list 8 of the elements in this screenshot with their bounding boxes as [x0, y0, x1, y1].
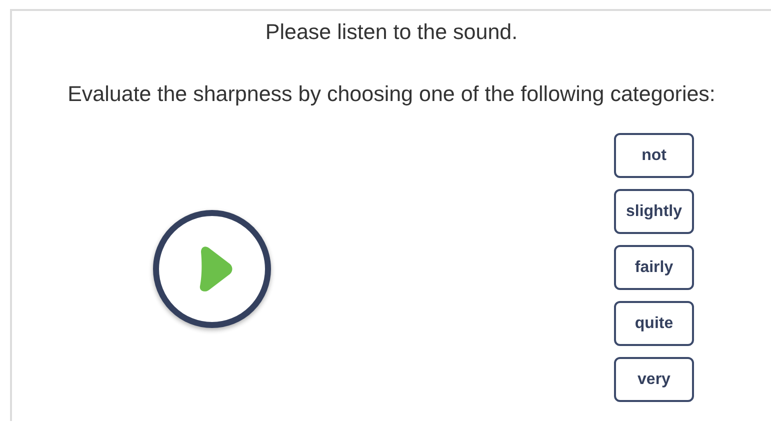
instruction-text: Please listen to the sound. [265, 20, 518, 45]
category-button[interactable]: very [614, 357, 694, 402]
play-icon [197, 246, 233, 292]
category-button[interactable]: slightly [614, 189, 694, 234]
instruction-text: Evaluate the sharpness by choosing one of the following categories: [68, 82, 716, 107]
category-button[interactable]: quite [614, 301, 694, 346]
category-button[interactable]: not [614, 133, 694, 178]
category-button[interactable]: fairly [614, 245, 694, 290]
